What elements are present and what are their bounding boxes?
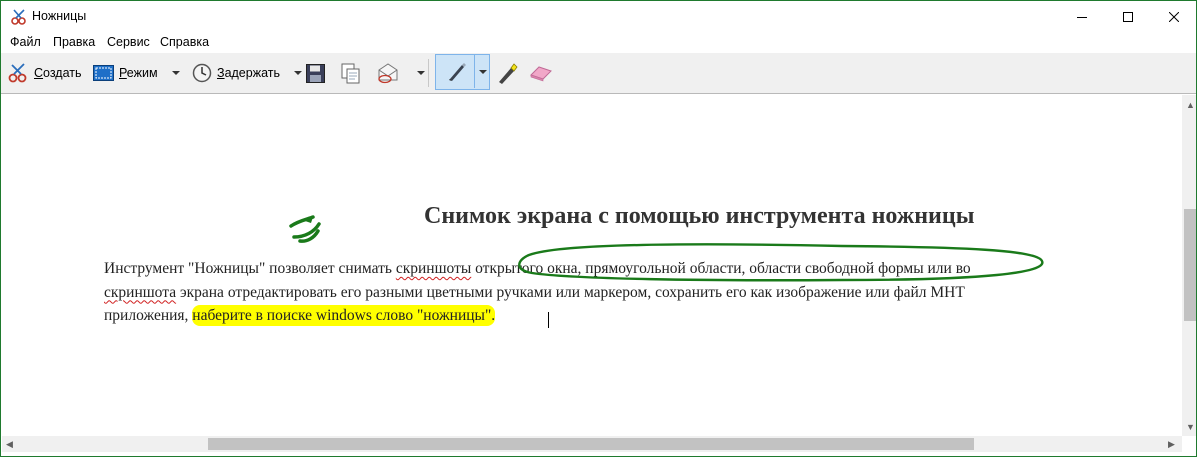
eraser-button[interactable] (529, 59, 553, 87)
pen-icon (449, 63, 466, 81)
scissors-icon (8, 63, 27, 83)
paragraph-line: приложения, наберите в поиске windows сл… (104, 305, 496, 326)
toolbar-separator (428, 59, 429, 87)
snip-canvas[interactable]: Снимок экрана с помощью инструмента ножн… (2, 95, 1182, 436)
scroll-left-icon[interactable]: ◀ (6, 436, 13, 452)
menu-bar: Файл Правка Сервис Справка (1, 33, 1196, 53)
envelope-icon (378, 63, 398, 84)
menu-help[interactable]: Справка (160, 35, 209, 49)
rectangle-mode-icon (93, 65, 114, 81)
save-button[interactable] (306, 59, 325, 87)
snipping-tool-window: Ножницы Файл Правка Сервис Справка Созда… (0, 0, 1197, 457)
pen-split-divider (474, 54, 475, 88)
vertical-scrollbar[interactable]: ▲ ▼ (1182, 95, 1196, 436)
scroll-up-icon[interactable]: ▲ (1186, 97, 1195, 113)
send-dropdown-icon[interactable] (417, 71, 425, 75)
minimize-button[interactable] (1059, 1, 1105, 33)
menu-edit[interactable]: Правка (53, 35, 95, 49)
highlighted-text: наберите в поиске windows слово "ножницы… (192, 305, 496, 326)
scissors-app-icon (11, 9, 26, 25)
scroll-right-icon[interactable]: ▶ (1168, 436, 1175, 452)
highlighter-button[interactable] (496, 59, 518, 87)
horizontal-scrollbar[interactable]: ◀ ▶ (2, 436, 1182, 452)
new-snip-button[interactable]: Создать (7, 59, 82, 87)
paragraph-line: Инструмент "Ножницы" позволяет снимать с… (104, 260, 971, 277)
article-paragraph: Инструмент "Ножницы" позволяет снимать с… (104, 257, 1090, 328)
close-icon (1169, 12, 1179, 22)
minimize-icon (1077, 17, 1087, 18)
copy-icon (341, 63, 360, 83)
page-heading: Снимок экрана с помощью инструмента ножн… (424, 203, 975, 229)
menu-tools[interactable]: Сервис (107, 35, 150, 49)
mode-button[interactable]: Режим (93, 59, 180, 87)
copy-button[interactable] (341, 59, 361, 87)
toolbar: Создать Режим Задержать (1, 53, 1196, 94)
delay-button[interactable]: Задержать (192, 59, 302, 87)
pen-dropdown-icon[interactable] (479, 70, 487, 74)
window-title: Ножницы (32, 9, 87, 23)
highlighter-icon (499, 63, 518, 84)
menu-file[interactable]: Файл (10, 35, 41, 49)
title-bar: Ножницы (1, 1, 1196, 33)
maximize-icon (1123, 12, 1133, 22)
save-icon (306, 63, 325, 83)
send-snip-button[interactable] (376, 59, 425, 87)
clock-icon (192, 63, 212, 83)
paragraph-line: скриншота экрана отредактировать его раз… (104, 283, 965, 301)
scroll-down-icon[interactable]: ▼ (1186, 419, 1195, 435)
vertical-scroll-thumb[interactable] (1184, 209, 1196, 321)
pen-scribble-mark (302, 217, 313, 223)
close-button[interactable] (1151, 1, 1196, 33)
horizontal-scroll-thumb[interactable] (208, 438, 974, 450)
pen-scribble-annotation (289, 215, 321, 243)
maximize-button[interactable] (1105, 1, 1151, 33)
mode-dropdown-icon[interactable] (171, 71, 180, 75)
eraser-icon (530, 66, 552, 82)
delay-dropdown-icon[interactable] (294, 71, 302, 75)
